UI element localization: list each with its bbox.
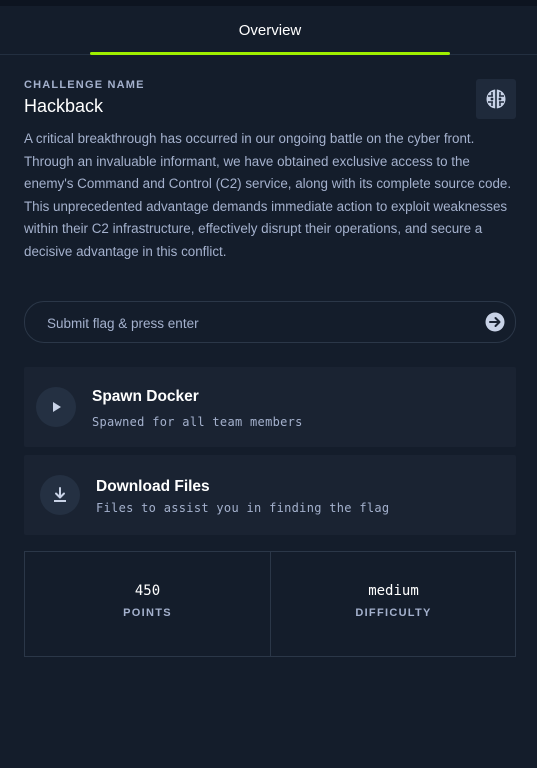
play-icon <box>53 402 61 412</box>
points-label: POINTS <box>123 607 172 619</box>
difficulty-value: medium <box>368 583 419 599</box>
download-icon <box>54 487 66 502</box>
download-files-subtitle: Files to assist you in finding the flag <box>96 501 390 515</box>
arrow-right-circle-icon[interactable] <box>485 312 505 332</box>
challenge-name-label: CHALLENGE NAME <box>24 79 145 91</box>
download-button-circle <box>40 475 80 515</box>
category-badge <box>476 79 516 119</box>
spawn-docker-subtitle: Spawned for all team members <box>92 415 303 429</box>
flag-input[interactable] <box>45 302 479 344</box>
brain-icon <box>486 89 506 109</box>
active-tab-indicator <box>90 52 450 55</box>
download-files-title: Download Files <box>96 478 210 495</box>
challenge-stats: 450 POINTS medium DIFFICULTY <box>24 551 516 657</box>
download-files-button[interactable]: Download Files Files to assist you in fi… <box>24 455 516 535</box>
tab-overview[interactable]: Overview <box>90 6 450 54</box>
tab-overview-label: Overview <box>238 22 302 39</box>
spawn-docker-title: Spawn Docker <box>92 388 199 405</box>
play-button-circle <box>36 387 76 427</box>
points-value: 450 <box>134 583 161 599</box>
points-stat: 450 POINTS <box>25 552 271 656</box>
challenge-title: Hackback <box>24 96 104 116</box>
challenge-description: A critical breakthrough has occurred in … <box>24 131 512 259</box>
tab-bar: Overview <box>0 6 537 55</box>
difficulty-stat: medium DIFFICULTY <box>271 552 516 656</box>
flag-form <box>24 301 516 344</box>
spawn-docker-button[interactable]: Spawn Docker Spawned for all team member… <box>24 367 516 447</box>
difficulty-label: DIFFICULTY <box>355 607 432 619</box>
